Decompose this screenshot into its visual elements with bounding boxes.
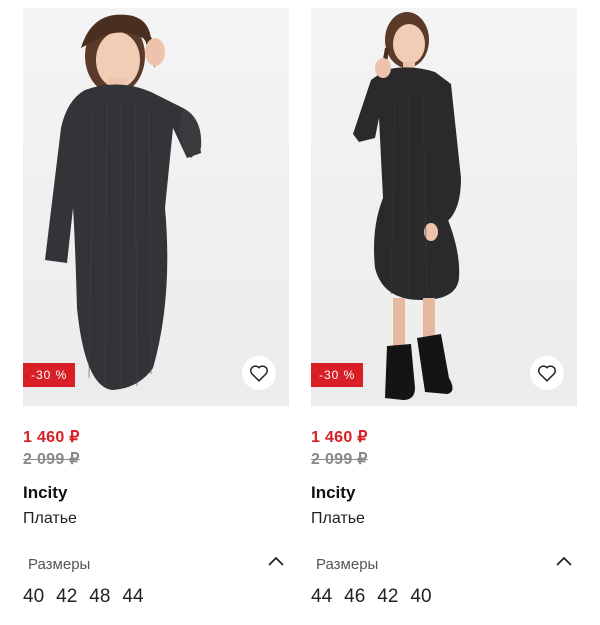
product-card[interactable]: -30 % 1 460 ₽ 2 099 ₽ Incity Платье Разм…	[311, 8, 577, 607]
size-option[interactable]: 44	[122, 586, 143, 608]
discount-badge: -30 %	[23, 363, 76, 387]
heart-outline-icon	[538, 365, 556, 382]
size-option[interactable]: 40	[23, 586, 44, 608]
product-card[interactable]: -30 % 1 460 ₽ 2 099 ₽ Incity Платье Разм…	[23, 8, 289, 607]
brand-name[interactable]: Incity	[311, 483, 355, 503]
size-option[interactable]: 48	[89, 586, 110, 608]
old-price: 2 099 ₽	[311, 451, 368, 468]
size-option[interactable]: 42	[377, 586, 398, 608]
favorite-button[interactable]	[242, 356, 276, 390]
sizes-label: Размеры	[28, 556, 91, 573]
discount-badge: -30 %	[311, 363, 364, 387]
current-price: 1 460 ₽	[23, 429, 80, 446]
product-type[interactable]: Платье	[23, 510, 77, 528]
product-photo[interactable]: -30 %	[311, 8, 577, 406]
size-option[interactable]: 42	[56, 586, 77, 608]
model-in-dress-image	[353, 12, 461, 400]
chevron-up-icon[interactable]	[267, 554, 285, 568]
brand-name[interactable]: Incity	[23, 483, 67, 503]
chevron-up-icon[interactable]	[555, 554, 573, 568]
favorite-button[interactable]	[530, 356, 564, 390]
heart-outline-icon	[250, 365, 268, 382]
old-price: 2 099 ₽	[23, 451, 80, 468]
sizes-label: Размеры	[316, 556, 379, 573]
size-option[interactable]: 46	[344, 586, 365, 608]
product-photo[interactable]: -30 %	[23, 8, 289, 406]
size-option[interactable]: 44	[311, 586, 332, 608]
size-list: 40 42 48 44	[23, 586, 144, 608]
current-price: 1 460 ₽	[311, 429, 368, 446]
product-type[interactable]: Платье	[311, 510, 365, 528]
model-in-dress-image	[45, 14, 202, 390]
size-list: 44 46 42 40	[311, 586, 432, 608]
size-option[interactable]: 40	[410, 586, 431, 608]
